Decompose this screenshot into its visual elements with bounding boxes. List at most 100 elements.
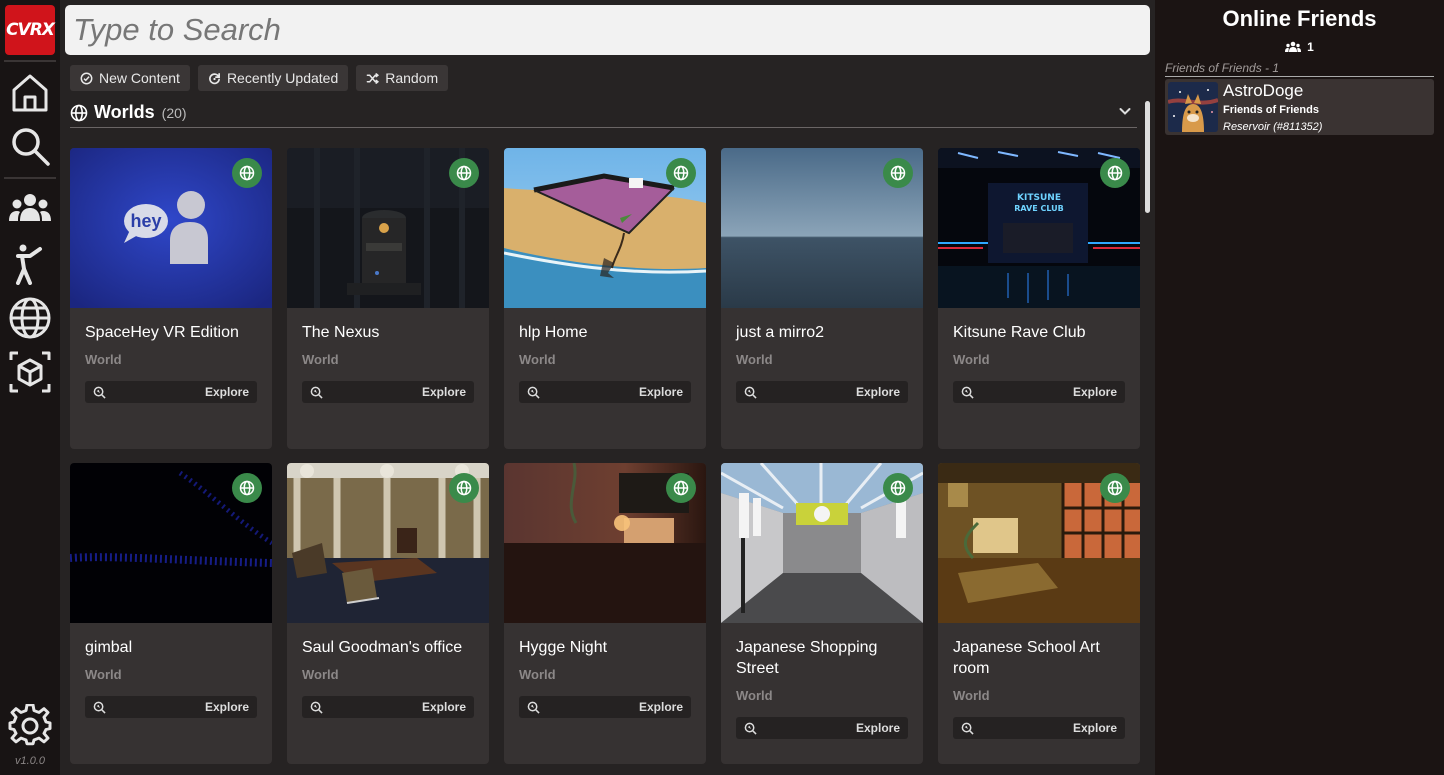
refresh-icon [209, 72, 220, 84]
explore-icon [744, 722, 757, 735]
filter-recently-updated[interactable]: Recently Updated [197, 65, 349, 91]
world-type-badge [883, 473, 913, 503]
globe-icon [890, 480, 906, 496]
world-card[interactable]: just a mirro2 World Explore [721, 148, 923, 449]
explore-button[interactable]: Explore [85, 696, 257, 718]
world-card[interactable]: Saul Goodman's office World Explore [287, 463, 489, 764]
props-cube-icon [9, 351, 51, 393]
world-type-badge [666, 473, 696, 503]
world-type: World [85, 352, 122, 367]
explore-icon [310, 701, 323, 714]
nav-worlds-button[interactable] [5, 293, 55, 343]
cvrx-logo[interactable]: CVRX [5, 5, 55, 55]
avatar-icon [16, 244, 42, 285]
nav-avatars-button[interactable] [5, 238, 55, 288]
explore-button[interactable]: Explore [519, 696, 691, 718]
search-icon [12, 128, 50, 166]
world-type: World [302, 667, 339, 682]
world-card[interactable]: hey SpaceHey VR Edition World Explore [70, 148, 272, 449]
nav-props-button[interactable] [5, 347, 55, 397]
avatar [1168, 82, 1218, 132]
worlds-globe-icon [9, 297, 51, 339]
shuffle-icon [366, 72, 380, 84]
world-type: World [736, 688, 773, 703]
explore-icon [744, 386, 757, 399]
world-title: Japanese Shopping Street [736, 639, 878, 677]
world-card[interactable]: Japanese School Art room World Explore [938, 463, 1140, 764]
filter-new-content[interactable]: New Content [70, 65, 190, 91]
nav-search-button[interactable] [5, 121, 55, 171]
world-title: Japanese School Art room [953, 639, 1100, 677]
world-type-badge [1100, 473, 1130, 503]
explore-button[interactable]: Explore [519, 381, 691, 403]
world-title: SpaceHey VR Edition [85, 324, 239, 341]
scrollbar-thumb[interactable] [1145, 101, 1150, 213]
friends-title: Online Friends [1222, 6, 1377, 31]
globe-icon [1107, 480, 1123, 496]
explore-icon [527, 701, 540, 714]
world-type-badge [666, 158, 696, 188]
world-card[interactable]: hlp Home World Explore [504, 148, 706, 449]
globe-icon [70, 104, 88, 121]
filter-label: Recently Updated [226, 70, 339, 86]
nav-home-button[interactable] [5, 67, 55, 117]
globe-icon [456, 480, 472, 496]
world-type-badge [232, 473, 262, 503]
friend-location[interactable]: Reservoir (#811352) [1223, 121, 1322, 133]
explore-icon [93, 386, 106, 399]
world-type-badge [232, 158, 262, 188]
chevron-down-icon[interactable] [1117, 103, 1133, 119]
explore-button[interactable]: Explore [736, 717, 908, 739]
explore-label: Explore [855, 385, 900, 399]
explore-label: Explore [421, 700, 466, 714]
sidebar-divider [4, 177, 56, 179]
world-title: Kitsune Rave Club [953, 324, 1086, 341]
logo-text: CVRX [6, 20, 55, 40]
world-type: World [302, 352, 339, 367]
world-card[interactable]: Hygge Night World Explore [504, 463, 706, 764]
globe-icon [673, 480, 689, 496]
filter-random[interactable]: Random [356, 65, 449, 91]
main-content: New Content Recently Updated Random Worl… [60, 0, 1155, 775]
world-type: World [519, 352, 556, 367]
version-label: v1.0.0 [15, 755, 45, 767]
explore-button[interactable]: Explore [302, 696, 474, 718]
world-card[interactable]: gimbal World Explore [70, 463, 272, 764]
filter-bar: New Content Recently Updated Random [70, 65, 449, 91]
world-title: gimbal [85, 639, 133, 656]
explore-icon [961, 722, 974, 735]
explore-icon [527, 386, 540, 399]
world-type-badge [883, 158, 913, 188]
world-title: just a mirro2 [736, 324, 825, 341]
nav-settings-button[interactable] [5, 701, 55, 751]
section-title: Worlds [94, 102, 155, 122]
world-type-badge [1100, 158, 1130, 188]
world-type-badge [449, 473, 479, 503]
globe-icon [890, 165, 906, 181]
explore-button[interactable]: Explore [953, 381, 1125, 403]
friends-group-label[interactable]: Friends of Friends - 1 [1165, 61, 1434, 77]
nav-friends-button[interactable] [5, 184, 55, 234]
explore-button[interactable]: Explore [302, 381, 474, 403]
world-card[interactable]: KITSUNE RAVE CLUB Kitsune Rave Club Worl… [938, 148, 1140, 449]
settings-gear-icon [8, 704, 52, 746]
explore-button[interactable]: Explore [953, 717, 1125, 739]
globe-icon [456, 165, 472, 181]
thumb-text: hey [130, 211, 161, 231]
friends-icon [9, 194, 51, 221]
world-type: World [953, 688, 990, 703]
world-type: World [736, 352, 773, 367]
explore-button[interactable]: Explore [85, 381, 257, 403]
world-card[interactable]: Japanese Shopping Street World Explore [721, 463, 923, 764]
friend-item[interactable]: AstroDoge Friends of Friends Reservoir (… [1165, 79, 1434, 135]
world-card[interactable]: The Nexus World Explore [287, 148, 489, 449]
world-type: World [85, 667, 122, 682]
worlds-section-header[interactable]: Worlds (20) [70, 98, 1137, 128]
globe-icon [239, 480, 255, 496]
explore-button[interactable]: Explore [736, 381, 908, 403]
search-input[interactable] [65, 5, 1150, 55]
explore-label: Explore [638, 385, 683, 399]
explore-icon [310, 386, 323, 399]
friend-name: AstroDoge [1223, 81, 1304, 100]
explore-icon [961, 386, 974, 399]
